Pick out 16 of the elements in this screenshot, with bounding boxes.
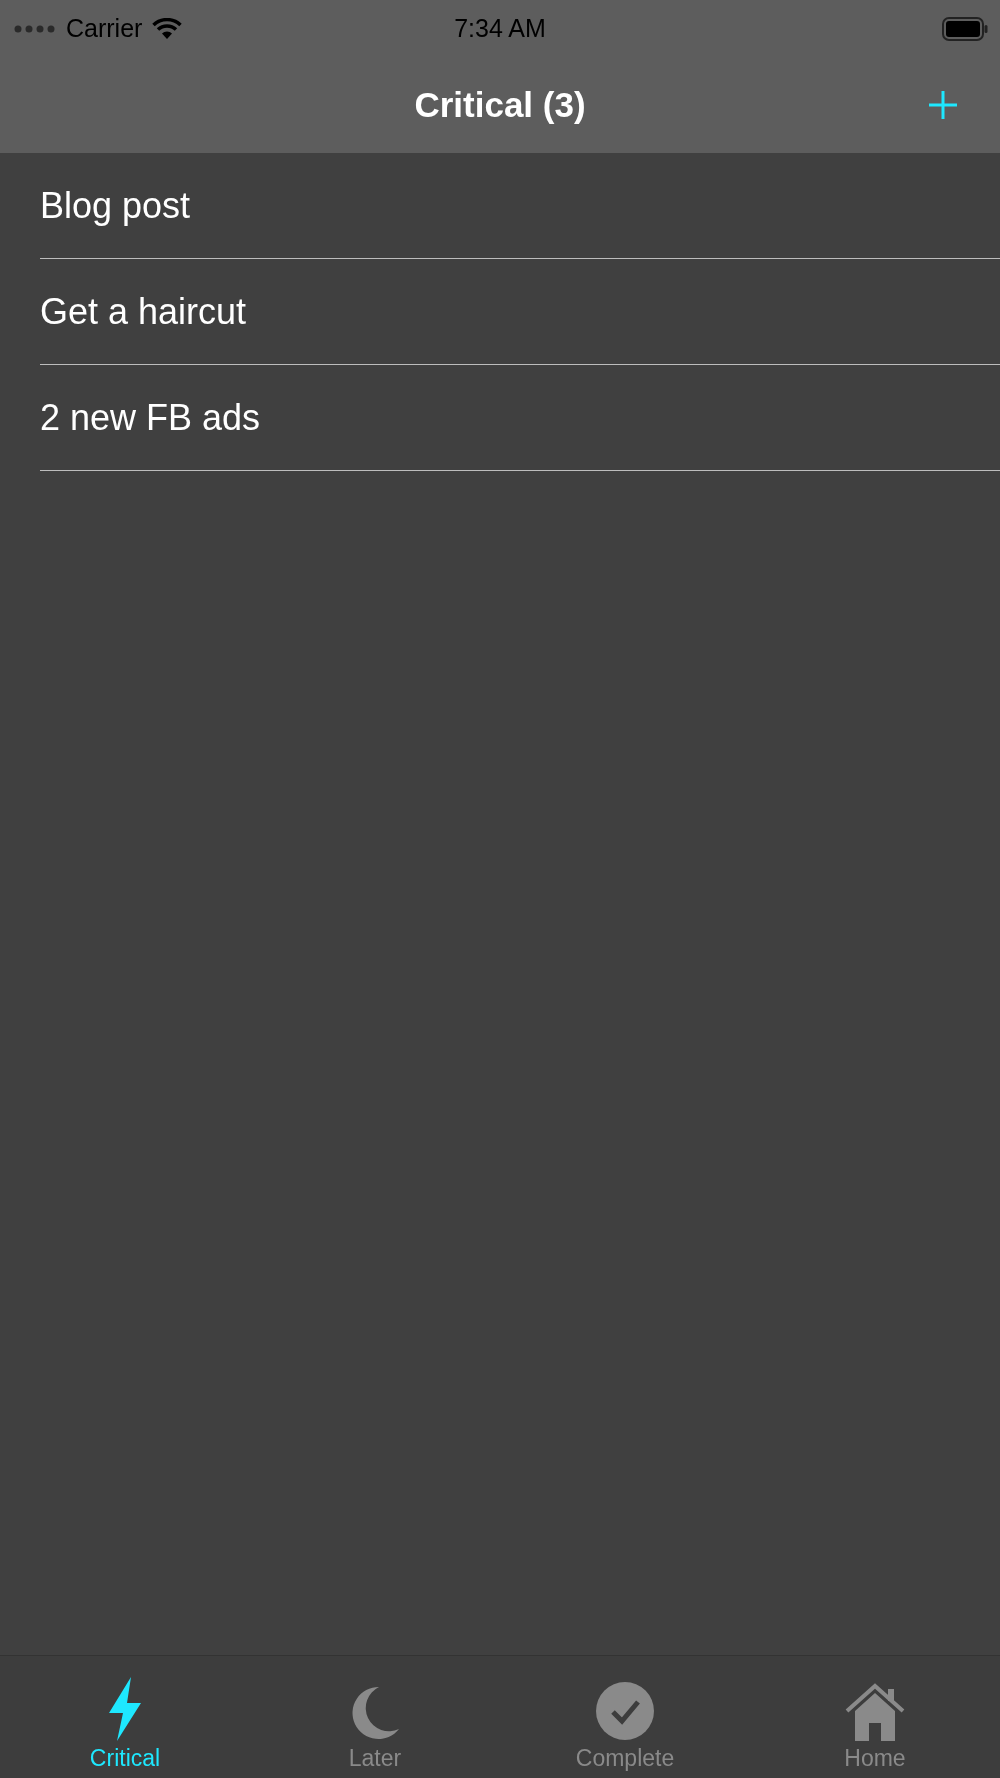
task-row[interactable]: Blog post	[40, 153, 1000, 259]
carrier-name: Carrier	[66, 14, 143, 43]
nav-title: Critical (3)	[414, 85, 586, 125]
tab-item[interactable]: Critical	[0, 1656, 250, 1778]
add-icon[interactable]	[928, 90, 958, 120]
house-icon	[844, 1683, 906, 1741]
status-time: 7:34 AM	[454, 14, 546, 43]
task-title: Get a haircut	[40, 290, 247, 333]
check-circle-icon	[595, 1681, 655, 1741]
task-row[interactable]: 2 new FB ads	[40, 365, 1000, 471]
task-title: 2 new FB ads	[40, 396, 261, 439]
signal-icon	[14, 24, 56, 33]
wifi-icon	[152, 17, 183, 40]
task-row[interactable]: Get a haircut	[40, 259, 1000, 365]
battery-icon	[942, 16, 988, 41]
task-title: Blog post	[40, 184, 191, 227]
